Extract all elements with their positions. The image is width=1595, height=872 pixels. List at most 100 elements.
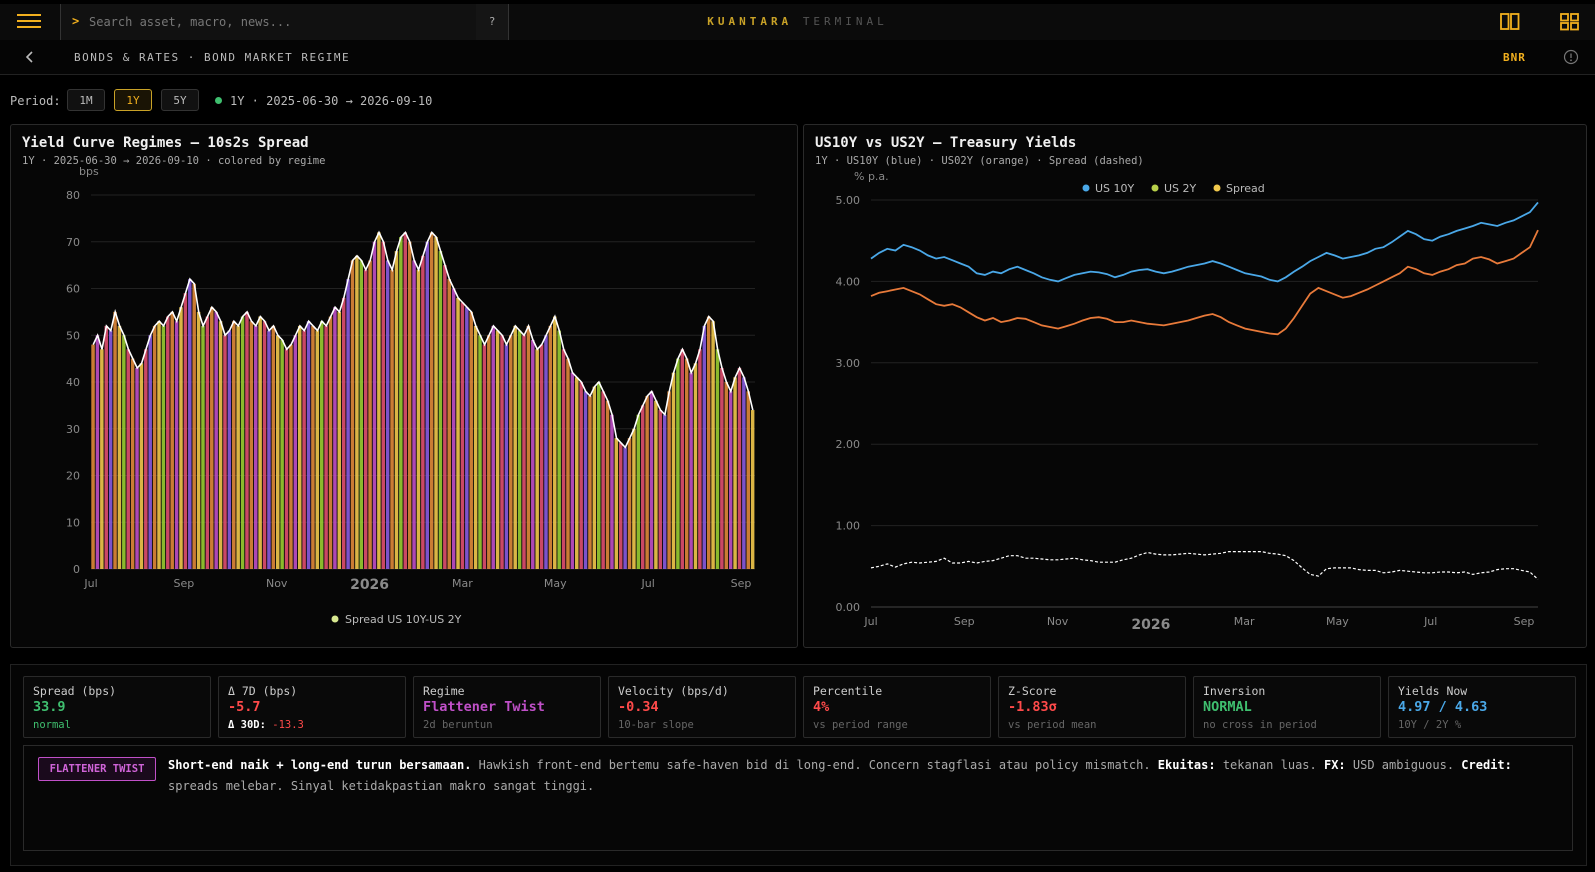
spread-bar — [311, 325, 315, 569]
period-button-1m[interactable]: 1M — [67, 89, 105, 111]
spread-bar — [526, 325, 531, 569]
grid-layout-icon[interactable] — [1560, 13, 1580, 31]
spread-bar — [416, 269, 421, 569]
stat-note: normal — [33, 719, 71, 731]
spread-bar — [135, 367, 139, 569]
stat-value: -0.34 — [618, 699, 659, 715]
spread-bar — [126, 349, 130, 569]
period-label: Period: — [10, 94, 61, 108]
spread-bar — [355, 255, 359, 569]
spread-bar — [715, 349, 720, 569]
spread-bar — [583, 391, 588, 569]
spread-bar — [592, 386, 597, 569]
spread-bar — [157, 321, 161, 569]
spread-bar — [544, 335, 548, 569]
x-tick-label: Sep — [954, 615, 975, 628]
spread-bar — [724, 382, 729, 569]
spread-bar — [513, 325, 517, 569]
y-tick-label: 40 — [66, 376, 80, 389]
credit-text: spreads melebar. Sinyal ketidakpastian m… — [168, 779, 595, 793]
spread-bar — [632, 428, 636, 569]
spread-bar — [443, 265, 447, 569]
spread-bar — [223, 335, 227, 569]
y-tick-label: 4.00 — [836, 275, 861, 288]
spread-bar — [236, 325, 240, 569]
legend-label: Spread — [1226, 182, 1265, 195]
y-tick-label: 80 — [66, 189, 80, 202]
brand-secondary: TERMINAL — [802, 15, 888, 28]
spread-bar — [605, 400, 610, 569]
spread-bar — [531, 339, 535, 569]
spread-bar — [192, 283, 196, 569]
spread-bar — [654, 400, 658, 569]
spread-bar — [210, 307, 214, 569]
spread-bar — [504, 344, 509, 569]
stat-note: 10Y / 2Y % — [1398, 719, 1462, 731]
split-layout-icon[interactable] — [1500, 13, 1520, 31]
y-axis-label: % p.a. — [854, 170, 889, 183]
info-icon[interactable] — [1563, 49, 1579, 65]
spread-bar — [166, 316, 170, 569]
stat-note: Δ 30D: -13.3 — [228, 719, 304, 731]
spread-bar — [610, 414, 614, 569]
spread-bar — [570, 372, 575, 569]
period-button-5y[interactable]: 5Y — [161, 89, 199, 111]
x-tick-label: May — [1326, 615, 1349, 628]
stat-value: Flattener Twist — [423, 699, 545, 715]
spread-bar — [122, 335, 126, 569]
spread-bar — [491, 325, 495, 569]
stat-card-spread: Spread (bps) 33.9 normal — [23, 676, 211, 738]
x-tick-label: Jul — [1423, 615, 1437, 628]
stat-note: vs period range — [813, 719, 908, 731]
stat-value: 33.9 — [33, 699, 66, 715]
spread-bar — [676, 358, 680, 569]
fx-text: USD ambiguous. — [1352, 758, 1455, 772]
spread-bar — [535, 349, 539, 569]
period-button-1y[interactable]: 1Y — [114, 89, 152, 111]
spread-bar — [381, 241, 386, 569]
stat-label: Velocity (bps/d) — [618, 684, 729, 698]
x-tick-label: Mar — [1234, 615, 1255, 628]
spread-bar — [737, 367, 742, 569]
regime-description: Short-end naik + long-end turun bersamaa… — [168, 755, 1558, 797]
spread-bar — [368, 260, 372, 569]
spread-bar — [315, 330, 320, 569]
spread-bar — [117, 325, 122, 569]
spread-bar — [627, 438, 632, 569]
spread-bar — [350, 260, 355, 569]
stat-card-velocity: Velocity (bps/d) -0.34 10-bar slope — [608, 676, 796, 738]
stat-note: no cross in period — [1203, 719, 1317, 731]
stat-label: Spread (bps) — [33, 684, 117, 698]
spread-bar — [91, 344, 95, 569]
x-tick-label: May — [544, 577, 567, 590]
spread-bar — [469, 311, 473, 569]
stat-value: 4% — [813, 699, 830, 715]
spread-bar — [372, 241, 377, 569]
regime-headline: Short-end naik + long-end turun bersamaa… — [168, 758, 472, 772]
spread-bar — [390, 269, 394, 569]
spread-bar — [249, 321, 254, 569]
spread-bar — [139, 363, 144, 569]
spread-bar — [451, 288, 456, 569]
spread-bar — [434, 237, 438, 569]
stat-card-inversion: Inversion NORMAL no cross in period — [1193, 676, 1381, 738]
spread-bar — [557, 330, 561, 569]
spread-bar — [232, 321, 236, 569]
equities-label: Ekuitas: — [1157, 758, 1216, 772]
spread-bar — [240, 316, 245, 569]
spread-bar — [561, 349, 566, 569]
spread-bar — [720, 367, 724, 569]
spread-bar — [698, 349, 702, 569]
spread-bar — [500, 335, 504, 569]
stat-card-delta-7d: Δ 7D (bps) -5.7 Δ 30D: -13.3 — [218, 676, 406, 738]
spread-bar — [170, 311, 174, 569]
x-tick-label: Sep — [731, 577, 752, 590]
y-tick-label: 1.00 — [836, 520, 861, 533]
spread-bar — [465, 307, 469, 569]
back-chevron-icon[interactable] — [22, 49, 38, 65]
spread-bar — [346, 279, 350, 569]
y-tick-label: 0.00 — [836, 601, 861, 614]
module-code-badge: BNR — [1503, 51, 1526, 64]
y-tick-label: 30 — [66, 423, 80, 436]
spread-bar — [174, 321, 179, 569]
